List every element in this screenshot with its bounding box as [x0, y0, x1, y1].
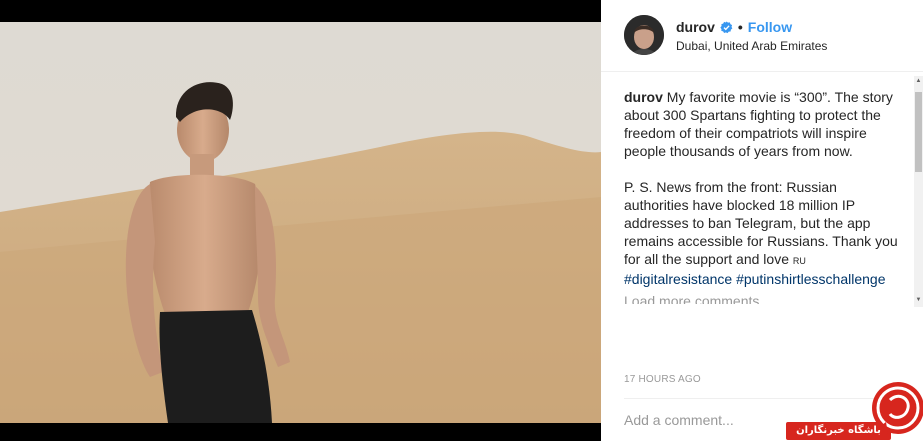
post-header: durov • Follow Dubai, United Arab Emirat… — [601, 0, 923, 72]
flag-ru-icon: RU — [792, 256, 806, 266]
follow-button[interactable]: Follow — [748, 19, 792, 35]
comment-input[interactable] — [624, 410, 804, 430]
watermark: باشگاه خبرنگاران — [786, 378, 923, 441]
caption-paragraph-2: P. S. News from the front: Russian autho… — [624, 178, 899, 288]
hashtag-putinshirtlesschallenge[interactable]: #putinshirtlesschallenge — [736, 271, 885, 287]
scrollbar-thumb[interactable] — [915, 92, 922, 172]
caption-text-1: My favorite movie is “300”. The story ab… — [624, 89, 893, 159]
avatar[interactable] — [624, 15, 664, 55]
username-link[interactable]: durov — [676, 19, 715, 35]
avatar-image — [624, 15, 664, 55]
post-panel: durov • Follow Dubai, United Arab Emirat… — [601, 0, 923, 441]
photo-panel — [0, 0, 601, 441]
caption-paragraph-1: durov My favorite movie is “300”. The st… — [624, 88, 899, 160]
caption-text-2: P. S. News from the front: Russian autho… — [624, 179, 898, 267]
username-row: durov • Follow — [676, 18, 792, 36]
location-link[interactable]: Dubai, United Arab Emirates — [676, 39, 827, 53]
caption-author-link[interactable]: durov — [624, 89, 663, 105]
verified-badge-icon — [720, 20, 733, 33]
load-more-comments-button[interactable]: Load more comments — [624, 292, 899, 304]
caption-area: durov My favorite movie is “300”. The st… — [624, 88, 899, 304]
scroll-down-arrow-icon[interactable]: ▼ — [915, 297, 922, 305]
caption-gap — [624, 160, 899, 178]
caption: durov My favorite movie is “300”. The st… — [624, 88, 899, 288]
hashtag-digitalresistance[interactable]: #digitalresistance — [624, 271, 732, 287]
scroll-up-arrow-icon[interactable]: ▲ — [915, 78, 922, 86]
watermark-logo-icon — [872, 382, 923, 434]
post-photo[interactable] — [0, 22, 601, 423]
post-timestamp[interactable]: 17 HOURS AGO — [624, 374, 701, 385]
desert-photo-illustration — [0, 22, 601, 423]
separator-dot: • — [737, 19, 743, 35]
caption-scrollbar[interactable]: ▲ ▼ — [914, 76, 923, 307]
